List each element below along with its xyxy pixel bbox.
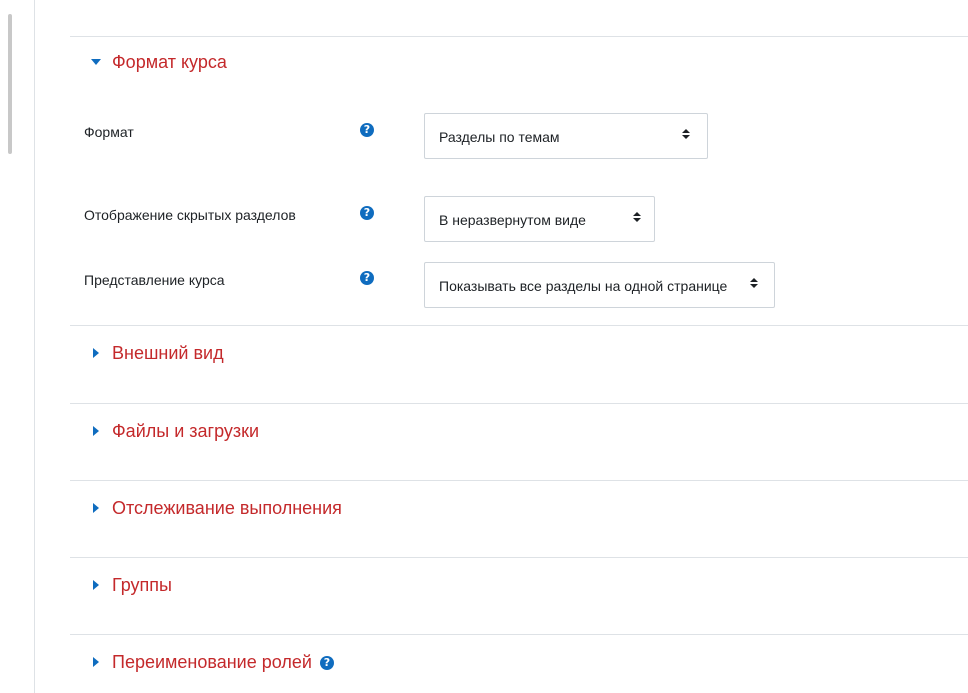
question-circle-icon[interactable]: ? [360,271,374,285]
caret-right-icon [93,580,99,590]
section-header-role-renaming[interactable]: Переименование ролей ? [91,650,334,674]
section-title-groups: Группы [112,574,172,595]
section-header-files-uploads[interactable]: Файлы и загрузки [91,419,259,443]
format-label: Формат [84,124,134,140]
section-divider [70,325,968,326]
caret-down-icon [91,59,101,65]
select-arrows-icon [633,210,641,226]
format-select[interactable]: Разделы по темам [424,113,708,159]
format-select-value: Разделы по темам [439,129,560,145]
course-layout-select-value: Показывать все разделы на одной странице [439,278,728,294]
select-arrows-icon [750,276,758,292]
hidden-sections-select-value: В неразвернутом виде [439,212,586,228]
section-title-role-renaming: Переименование ролей [112,651,312,672]
section-header-appearance[interactable]: Внешний вид [91,341,224,365]
question-circle-icon[interactable]: ? [360,123,374,137]
section-title-files-uploads: Файлы и загрузки [112,420,260,441]
section-header-groups[interactable]: Группы [91,573,172,597]
section-divider [70,480,968,481]
section-header-course-format[interactable]: Формат курса [91,50,227,74]
section-divider [70,36,968,37]
section-title-course-format: Формат курса [112,51,227,72]
section-divider [70,557,968,558]
scrollbar-thumb[interactable] [8,14,12,154]
caret-right-icon [93,503,99,513]
course-settings-page: Формат курса Формат ? Разделы по темам О… [0,0,968,693]
select-arrows-icon [682,127,690,143]
course-layout-label: Представление курса [84,272,225,288]
question-circle-icon[interactable]: ? [360,206,374,220]
section-divider [70,403,968,404]
left-divider [34,0,35,693]
course-layout-select[interactable]: Показывать все разделы на одной странице [424,262,775,308]
caret-right-icon [93,348,99,358]
section-divider [70,634,968,635]
question-circle-icon[interactable]: ? [319,656,334,670]
hidden-sections-select[interactable]: В неразвернутом виде [424,196,655,242]
section-title-appearance: Внешний вид [112,342,224,363]
section-title-completion-tracking: Отслеживание выполнения [112,497,342,518]
caret-right-icon [93,426,99,436]
hidden-sections-label: Отображение скрытых разделов [84,207,296,223]
section-header-completion-tracking[interactable]: Отслеживание выполнения [91,496,342,520]
caret-right-icon [93,657,99,667]
